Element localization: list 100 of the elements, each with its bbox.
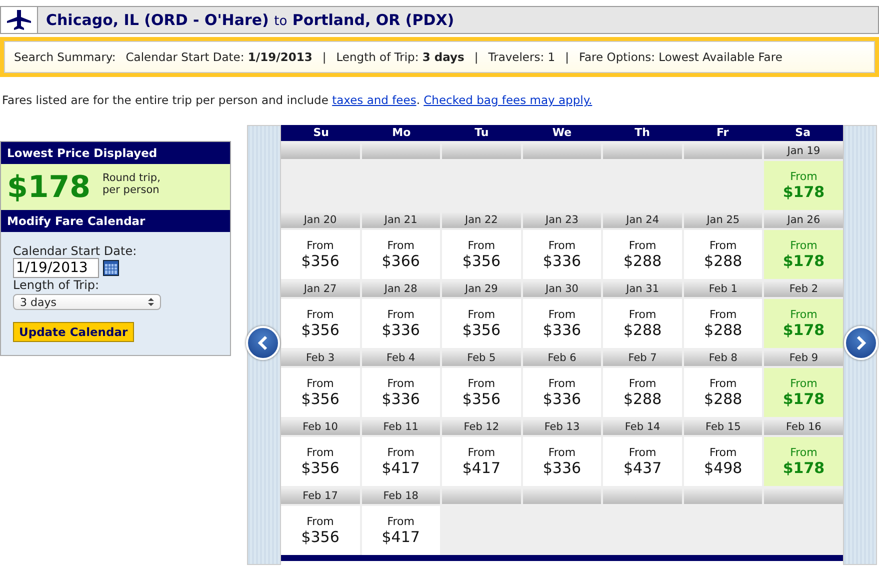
fare-price: $336 [542, 459, 582, 477]
from-label: From [306, 446, 334, 459]
fare-price: $178 [782, 459, 825, 477]
previous-button[interactable] [246, 326, 280, 360]
date-header: Feb 8 [684, 350, 762, 366]
from-label: From [468, 446, 496, 459]
calendar-icon[interactable] [103, 260, 119, 276]
date-header: Jan 22 [442, 212, 521, 228]
fare-cell[interactable]: From $288 [684, 368, 762, 417]
fare-cell[interactable]: From $498 [684, 437, 762, 486]
weekday-header: Tu [474, 125, 490, 141]
date-header: Feb 14 [603, 419, 682, 435]
fare-price: $336 [542, 252, 582, 270]
from-label: From [628, 446, 656, 459]
from-label: From [387, 377, 414, 390]
fare-price: $417 [382, 459, 420, 477]
fare-price: $356 [301, 252, 340, 270]
route-title: Chicago, IL (ORD - O'Hare) to Portland, OR (PDX) [46, 11, 454, 29]
fare-cell[interactable]: From $336 [362, 368, 440, 417]
date-header: Jan 20 [281, 212, 360, 228]
fare-cell[interactable]: From $356 [281, 437, 360, 486]
separator: | [322, 50, 326, 64]
fare-cell[interactable]: From $356 [281, 506, 360, 555]
date-header: Feb 5 [442, 350, 521, 366]
fare-cell[interactable]: From $336 [522, 368, 602, 417]
date-header: Feb 3 [281, 350, 360, 366]
from-label: From [306, 377, 334, 390]
from-label: From [790, 446, 818, 459]
fare-cell[interactable]: From $356 [281, 230, 360, 279]
fare-price: $336 [382, 390, 420, 408]
fare-cell[interactable]: From $356 [442, 368, 521, 417]
fare-cell[interactable]: From $288 [603, 230, 682, 279]
fare-price: $288 [704, 321, 742, 339]
lowest-price: $178 [7, 170, 90, 204]
fare-price: $417 [382, 528, 420, 546]
from-label: From [306, 239, 334, 252]
fare-cell[interactable]: From $356 [442, 230, 521, 279]
summary-item: Fare Options: Lowest Available Fare [578, 50, 782, 64]
from-label: From [387, 515, 414, 528]
date-header: Feb 18 [362, 488, 440, 504]
fare-cell[interactable]: From $417 [442, 437, 521, 486]
fare-price: $336 [382, 321, 420, 339]
from-label: From [710, 239, 737, 252]
fare-cell[interactable]: From $356 [281, 299, 360, 348]
fare-price: $336 [542, 390, 582, 408]
date-header: Feb 17 [281, 488, 360, 504]
date-header: Jan 26 [764, 212, 843, 228]
trip-length-select[interactable]: 3 days [13, 294, 161, 310]
from-label: From [387, 239, 414, 252]
fare-notice: Fares listed are for the entire trip per person and include taxes and fees. Checked bag fees may apply. [2, 93, 594, 107]
fare-cell[interactable]: From $437 [603, 437, 682, 486]
fare-cell[interactable]: From $178 [764, 368, 843, 417]
fare-cell[interactable]: From $288 [684, 230, 762, 279]
fare-cell[interactable]: From $288 [684, 299, 762, 348]
bag-fees-link[interactable]: Checked bag fees may apply. [424, 93, 592, 107]
date-header: Feb 6 [522, 350, 602, 366]
fare-cell[interactable]: From $336 [362, 299, 440, 348]
fare-price: $356 [462, 321, 501, 339]
from-label: From [306, 308, 334, 321]
weekday-header: Su [312, 125, 330, 141]
taxes-link[interactable]: taxes and fees [332, 93, 416, 107]
update-calendar-button[interactable]: Update Calendar [13, 322, 134, 342]
updown-arrows-icon [148, 297, 154, 307]
date-header: Jan 24 [603, 212, 682, 228]
from-label: From [548, 239, 576, 252]
fare-cell[interactable]: From $178 [764, 299, 843, 348]
fare-price: $288 [704, 390, 742, 408]
fare-cell[interactable]: From $288 [603, 368, 682, 417]
from-label: From [628, 239, 656, 252]
weekday-header: Th [634, 125, 651, 141]
fare-cell[interactable]: From $336 [522, 230, 602, 279]
date-header: Feb 11 [362, 419, 440, 435]
from-label: From [468, 239, 496, 252]
fare-cell[interactable]: From $178 [764, 161, 843, 210]
fare-cell[interactable]: From $288 [603, 299, 682, 348]
fare-cell[interactable]: From $356 [281, 368, 360, 417]
next-button[interactable] [844, 326, 878, 360]
start-date-field[interactable]: 1/19/2013 [13, 258, 99, 278]
airplane-icon [7, 10, 31, 30]
fare-cell[interactable]: From $336 [522, 299, 602, 348]
fare-price: $498 [704, 459, 742, 477]
fare-cell[interactable]: From $336 [522, 437, 602, 486]
from-label: From [548, 446, 576, 459]
from-label: From [790, 308, 818, 321]
fare-cell[interactable]: From $366 [362, 230, 440, 279]
from-label: From [548, 377, 576, 390]
from-label: From [306, 515, 334, 528]
fare-price: $178 [782, 321, 825, 339]
fare-cell[interactable]: From $417 [362, 506, 440, 555]
fare-price: $178 [782, 252, 825, 270]
fare-cell[interactable]: From $417 [362, 437, 440, 486]
fare-cell[interactable]: From $178 [764, 230, 843, 279]
price-note: Round trip, per person [102, 172, 162, 196]
from-label: From [790, 239, 818, 252]
fare-cell[interactable]: From $178 [764, 437, 843, 486]
fare-price: $437 [623, 459, 662, 477]
fare-cell[interactable]: From $356 [442, 299, 521, 348]
summary-label: Search Summary: [14, 50, 116, 64]
from-label: From [387, 446, 414, 459]
fare-price: $288 [623, 252, 662, 270]
